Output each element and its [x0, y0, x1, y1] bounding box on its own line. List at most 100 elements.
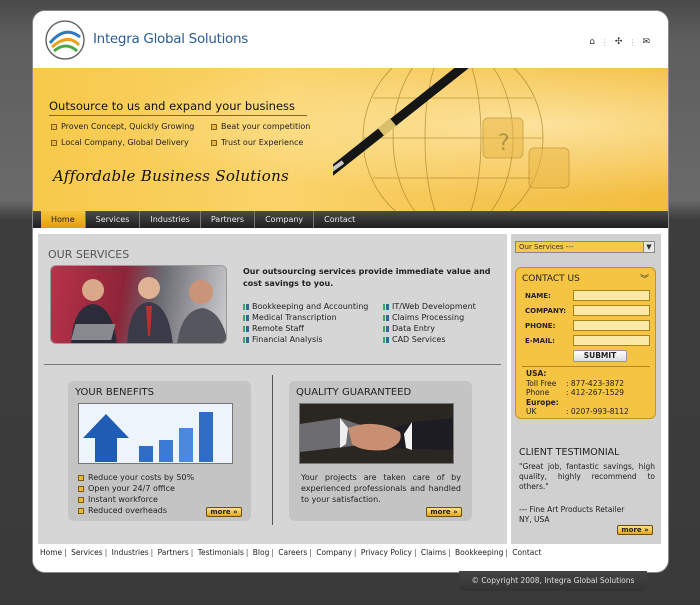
separator: | [309, 548, 312, 557]
bar-chart-icon [243, 325, 249, 332]
phone-label: PHONE: [525, 322, 556, 330]
service-item[interactable]: CAD Services [383, 334, 476, 345]
company-label: COMPANY: [525, 307, 567, 315]
main-nav: Home Services Industries Partners Compan… [33, 211, 668, 228]
testimonial-text: "Great job, fantastic savings, high qual… [519, 462, 655, 491]
europe-label-text: Europe: [526, 397, 559, 407]
phone-input[interactable] [573, 320, 650, 331]
footer-link-partners[interactable]: Partners [158, 548, 189, 557]
service-label: Bookkeeping and Accounting [252, 302, 369, 311]
service-item[interactable]: Remote Staff [243, 323, 368, 334]
service-label: Claims Processing [392, 313, 465, 322]
service-label: Data Entry [392, 324, 435, 333]
footer-link-blog[interactable]: Blog [253, 548, 270, 557]
testimonial-more-button[interactable]: more » [617, 525, 653, 535]
brand-name: Integra Global Solutions [93, 31, 249, 47]
hero-bullet: Local Company, Global Delivery [51, 138, 189, 147]
separator: | [64, 548, 67, 557]
email-input[interactable] [573, 335, 650, 346]
service-label: CAD Services [392, 335, 446, 344]
phone-number: : 412-267-1529 [566, 388, 625, 397]
service-label: IT/Web Development [392, 302, 476, 311]
bar-chart-icon [243, 314, 249, 321]
header: Integra Global Solutions ⌂ ⋮ ✣ ⋮ ✉ [33, 11, 668, 68]
hero-tagline: Affordable Business Solutions [53, 167, 290, 185]
services-list-1: Bookkeeping and Accounting Medical Trans… [243, 301, 368, 345]
nav-services[interactable]: Services [86, 211, 141, 228]
footer-link-testimonials[interactable]: Testimonials [198, 548, 244, 557]
footer-link-privacy[interactable]: Privacy Policy [361, 548, 412, 557]
separator: | [150, 548, 154, 557]
quality-box: QUALITY GUARANTEED Your projects are tak… [289, 381, 472, 521]
logo-icon[interactable] [44, 19, 86, 61]
bullet-icon [78, 507, 84, 514]
benefit-label: Open your 24/7 office [88, 484, 175, 493]
nav-company[interactable]: Company [255, 211, 315, 228]
services-intro: Our outsourcing services provide immedia… [243, 267, 491, 288]
testimonial-author-name: --- Fine Art Products Retailer [519, 505, 625, 514]
footer-link-careers[interactable]: Careers [278, 548, 307, 557]
separator: | [353, 548, 357, 557]
benefits-box: YOUR BENEFITS Reduce your costs by 50% O… [68, 381, 251, 521]
email-label: E-MAIL: [525, 337, 555, 345]
footer-link-home[interactable]: Home [40, 548, 62, 557]
submit-button[interactable]: SUBMIT [573, 350, 627, 362]
quality-more-button[interactable]: more » [426, 507, 462, 517]
benefits-more-button[interactable]: more » [206, 507, 242, 517]
hero-bullet: Proven Concept, Quickly Growing [51, 122, 194, 131]
service-item[interactable]: IT/Web Development [383, 301, 476, 312]
services-photo [50, 265, 227, 344]
bullet-icon [78, 474, 84, 481]
nav-industries[interactable]: Industries [140, 211, 201, 228]
nav-home[interactable]: Home [41, 211, 86, 228]
nav-contact[interactable]: Contact [314, 211, 365, 228]
handshake-icon [300, 404, 453, 463]
bar-chart-icon [383, 336, 389, 343]
sitemap-icon[interactable]: ✣ [615, 37, 623, 47]
footer-link-bookkeeping[interactable]: Bookkeeping [455, 548, 503, 557]
separator: | [104, 548, 108, 557]
service-item[interactable]: Medical Transcription [243, 312, 368, 323]
bullet-icon [51, 139, 57, 146]
europe-label: Europe: [526, 398, 559, 408]
name-input[interactable] [573, 290, 650, 301]
company-input[interactable] [573, 305, 650, 316]
service-item[interactable]: Financial Analysis [243, 334, 368, 345]
double-chevron-icon[interactable]: ︾ [640, 272, 649, 285]
service-label: Medical Transcription [252, 313, 337, 322]
home-icon[interactable]: ⌂ [589, 37, 595, 47]
footer-link-industries[interactable]: Industries [112, 548, 149, 557]
service-item[interactable]: Claims Processing [383, 312, 476, 323]
hero-divider [49, 115, 307, 116]
service-item[interactable]: Data Entry [383, 323, 476, 334]
benefits-image [78, 403, 233, 464]
benefit-item: Reduced overheads [78, 505, 194, 516]
footer-link-claims[interactable]: Claims [421, 548, 446, 557]
services-select[interactable]: Our Services --- ▼ [515, 241, 655, 253]
hero-title: Outsource to us and expand your business [49, 99, 296, 113]
bar-chart-icon [383, 314, 389, 321]
quality-title: QUALITY GUARANTEED [296, 387, 412, 398]
business-people-image [71, 277, 226, 343]
benefits-title: YOUR BENEFITS [75, 387, 155, 398]
mail-icon[interactable]: ✉ [642, 37, 650, 47]
nav-partners[interactable]: Partners [201, 211, 256, 228]
bar-chart-icon [243, 336, 249, 343]
footer-link-contact[interactable]: Contact [512, 548, 541, 557]
hero-bullet-text: Trust our Experience [221, 138, 304, 147]
hero-bullet-text: Proven Concept, Quickly Growing [61, 122, 195, 131]
hero-bullet: Trust our Experience [211, 138, 303, 147]
separator: | [271, 548, 274, 557]
bar-chart-icon [383, 325, 389, 332]
uk-label: UK [526, 407, 537, 416]
service-item[interactable]: Bookkeeping and Accounting [243, 301, 368, 312]
chevron-down-icon[interactable]: ▼ [643, 242, 654, 252]
section-divider [44, 364, 501, 365]
footer-link-services[interactable]: Services [71, 548, 103, 557]
footer-link-company[interactable]: Company [316, 548, 352, 557]
separator: | [505, 548, 508, 557]
globe-pen-illustration: ? [333, 68, 570, 211]
testimonial-location: NY, USA [519, 515, 550, 524]
quality-image [299, 403, 454, 464]
bullet-icon [78, 485, 84, 492]
